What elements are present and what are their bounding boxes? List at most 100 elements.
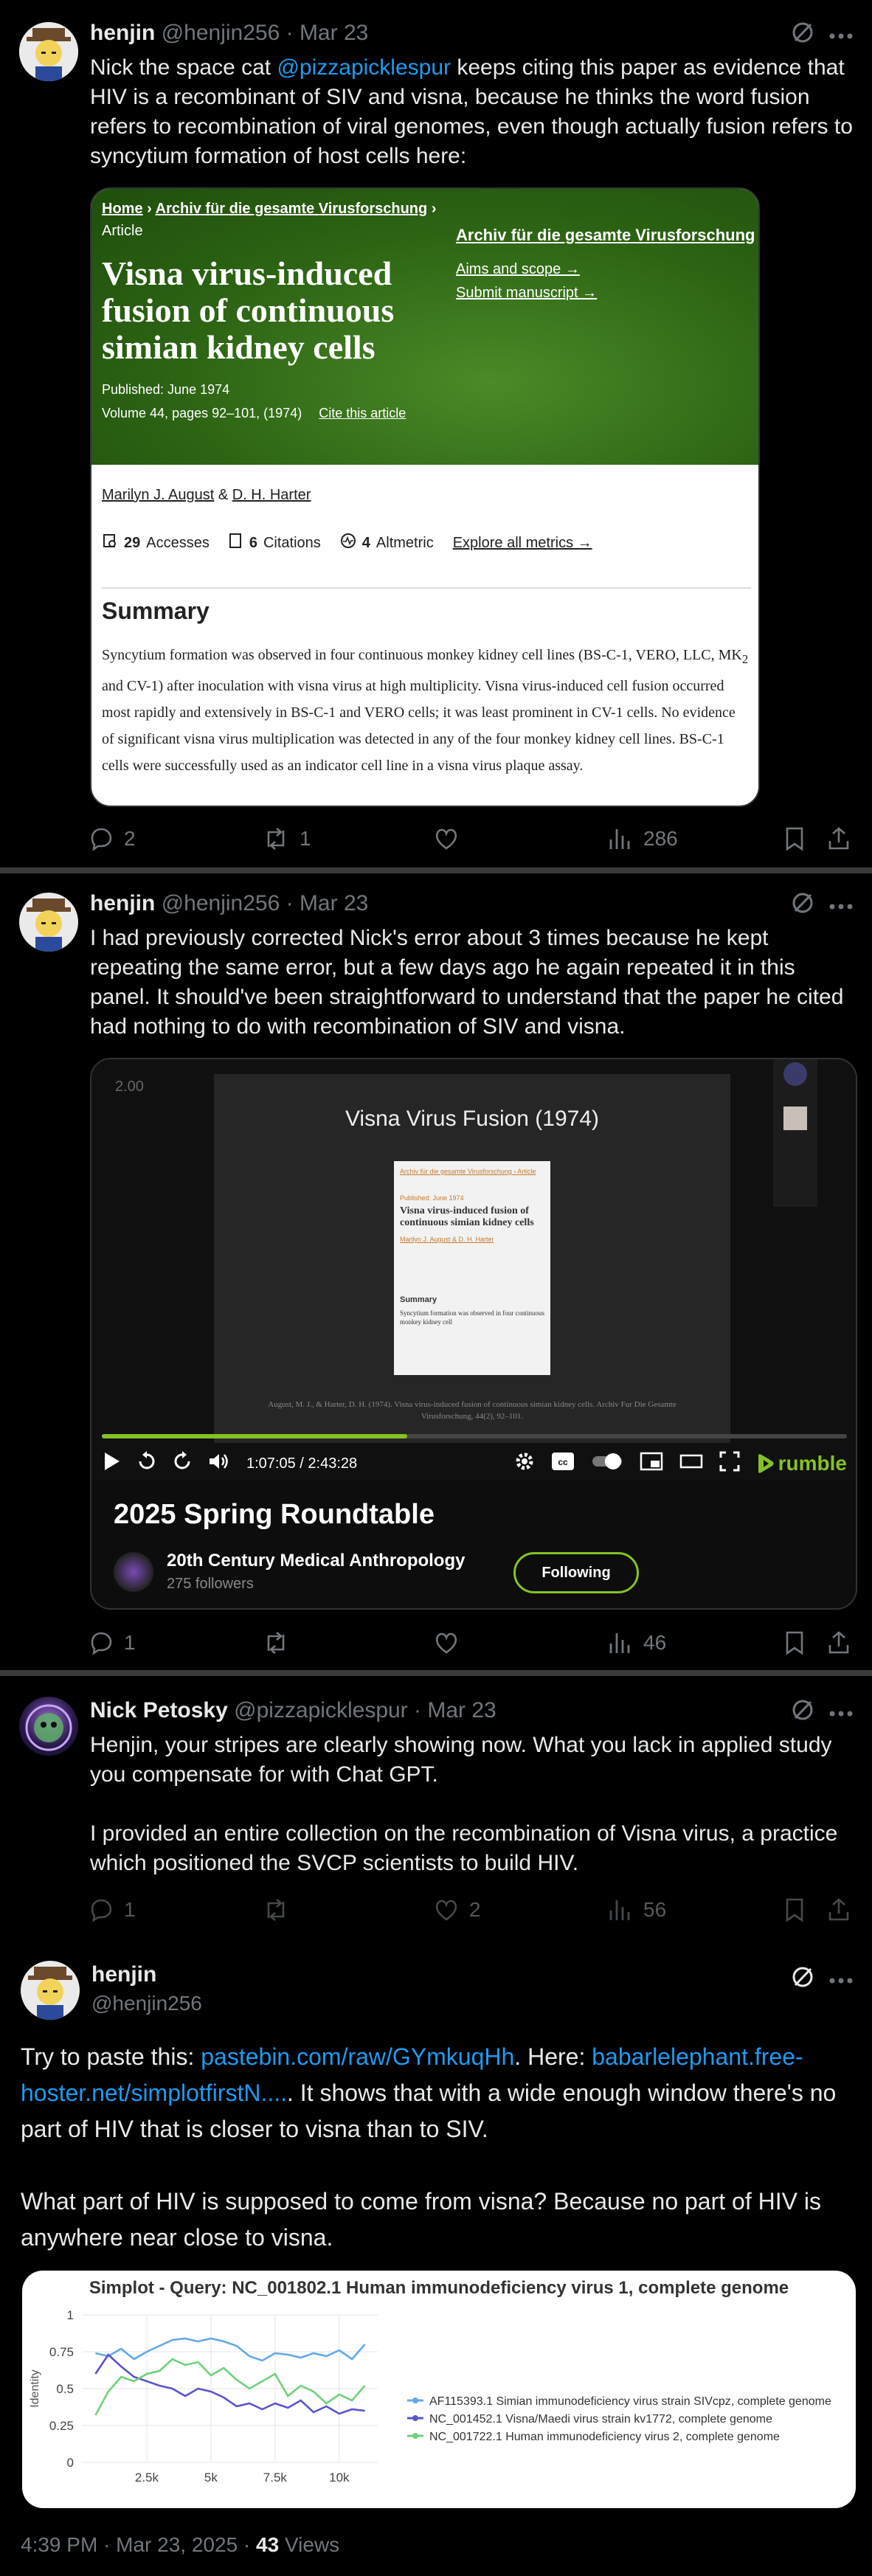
video-frame[interactable]: 2.00 Visna Virus Fusion (1974) Archiv fü… <box>91 1059 856 1480</box>
avatar-image <box>19 893 78 952</box>
share-button[interactable] <box>826 1897 851 1922</box>
tweet-3[interactable]: Nick Petosky @pizzapicklespur · Mar 23 H… <box>0 1676 872 1942</box>
article-card[interactable]: Home › Archiv für die gesamte Virusforsc… <box>90 187 760 807</box>
reply-count: 1 <box>124 1631 136 1654</box>
grok-icon[interactable] <box>791 891 814 918</box>
slide-title: Visna Virus Fusion (1974) <box>345 1107 600 1131</box>
bookmark-button[interactable] <box>783 826 806 851</box>
avatar[interactable] <box>19 893 78 952</box>
author-name[interactable]: henjin <box>90 891 155 915</box>
tweet-2[interactable]: henjin @henjin256 · Mar 23 I had previou… <box>0 873 872 1670</box>
author-link[interactable]: D. H. Harter <box>232 487 311 503</box>
tweet-date[interactable]: Mar 23 <box>300 891 368 915</box>
share-button[interactable] <box>826 1630 851 1655</box>
submit-link[interactable]: Submit manuscript → <box>456 285 597 302</box>
like-button[interactable] <box>434 1630 469 1655</box>
more-icon[interactable] <box>829 30 853 43</box>
author-name[interactable]: Nick Petosky <box>90 1698 228 1722</box>
explore-metrics-link[interactable]: Explore all metrics → <box>453 535 592 552</box>
views-button[interactable]: 286 <box>608 826 678 851</box>
repost-icon <box>267 1632 285 1654</box>
altmetric-label: Altmetric <box>376 534 434 551</box>
repost-button[interactable] <box>263 1897 300 1922</box>
breadcrumb-journal[interactable]: Archiv für die gesamte Virusforschung <box>156 201 428 217</box>
grok-icon[interactable] <box>791 21 814 48</box>
avatar[interactable] <box>19 22 78 81</box>
reply-button[interactable]: 1 <box>89 1897 136 1922</box>
bookmark-button[interactable] <box>783 1630 806 1655</box>
settings-icon[interactable] <box>514 1451 535 1476</box>
breadcrumb-home[interactable]: Home <box>102 201 143 217</box>
repost-button[interactable] <box>263 1630 300 1655</box>
mention-link[interactable]: @pizzapicklespur <box>277 55 451 80</box>
tweet-date[interactable]: Mar 23 <box>427 1698 496 1722</box>
pip-icon[interactable] <box>640 1452 663 1475</box>
share-button[interactable] <box>826 826 851 851</box>
repost-button[interactable]: 1 <box>263 826 311 851</box>
reply-icon <box>91 1632 112 1655</box>
bookmark-button[interactable] <box>783 1897 806 1922</box>
journal-link[interactable]: Archiv für die gesamte Virusforschung <box>456 226 755 245</box>
rumble-logo[interactable]: rumble <box>756 1452 847 1475</box>
chevron-right-icon: › <box>147 201 156 217</box>
slide: Visna Virus Fusion (1974) Archiv für die… <box>214 1074 730 1443</box>
rewind-icon[interactable] <box>137 1451 156 1476</box>
avatar[interactable] <box>19 1697 78 1756</box>
tweet-text: I provided an entire collection on the r… <box>90 1821 838 1875</box>
tweet-text: Try to paste this: pastebin.com/raw/GYmk… <box>21 2039 854 2147</box>
reply-icon <box>91 1899 112 1922</box>
tweet-timestamp[interactable]: 4:39 PM · Mar 23, 2025 · <box>21 2533 256 2556</box>
video-embed[interactable]: 2.00 Visna Virus Fusion (1974) Archiv fü… <box>90 1058 857 1610</box>
video-title[interactable]: 2025 Spring Roundtable <box>114 1499 435 1531</box>
chart-plot: 0 0.25 0.5 0.75 1 2.5k 5k 7.5k 10k Identity AF1153… <box>29 2308 831 2485</box>
autoplay-toggle[interactable] <box>591 1452 623 1475</box>
view-count: 46 <box>643 1631 667 1654</box>
bookmark-icon <box>786 827 803 851</box>
author-handle[interactable]: @pizzapicklespur <box>234 1698 408 1722</box>
author-handle[interactable]: @henjin256 <box>91 1992 202 2015</box>
grok-icon[interactable] <box>791 1698 814 1725</box>
x-tick-label: 2.5k <box>135 2471 159 2485</box>
views-button[interactable]: 56 <box>608 1897 666 1922</box>
volume-info: Volume 44, pages 92–101, (1974) <box>102 406 302 420</box>
reply-button[interactable]: 1 <box>89 1630 136 1655</box>
pastebin-link[interactable]: pastebin.com/raw/GYmkuqHh <box>201 2043 514 2070</box>
grok-icon[interactable] <box>791 1965 814 1992</box>
simplot-chart-image[interactable]: Simplot - Query: NC_001802.1 Human immun… <box>22 2271 856 2508</box>
more-icon[interactable] <box>829 1707 853 1720</box>
more-icon[interactable] <box>829 1974 853 1987</box>
repost-icon <box>267 828 285 850</box>
author-handle[interactable]: @henjin256 <box>162 891 280 915</box>
fullscreen-icon[interactable] <box>719 1451 740 1476</box>
play-icon[interactable] <box>102 1451 121 1476</box>
citations-icon <box>229 533 243 553</box>
volume-icon[interactable] <box>208 1451 230 1476</box>
captions-icon[interactable]: cc <box>551 1452 575 1475</box>
channel-avatar[interactable] <box>114 1552 153 1592</box>
channel-name[interactable]: 20th Century Medical Anthropology <box>167 1551 465 1571</box>
more-icon[interactable] <box>829 900 853 913</box>
like-button[interactable]: 2 <box>434 1897 481 1922</box>
author-name[interactable]: henjin <box>90 21 155 45</box>
following-button[interactable]: Following <box>513 1552 639 1593</box>
like-button[interactable] <box>434 826 469 851</box>
theater-icon[interactable] <box>679 1452 703 1475</box>
reply-count: 1 <box>124 1898 136 1921</box>
citations-count: 6 <box>249 534 257 551</box>
reply-button[interactable]: 2 <box>89 826 136 851</box>
avatar[interactable] <box>21 1961 80 2020</box>
author-link[interactable]: Marilyn J. August <box>102 487 214 503</box>
aims-link[interactable]: Aims and scope → <box>456 261 580 278</box>
article-title: Visna virus-induced fusion of continuous… <box>102 255 395 366</box>
y-tick-label: 0 <box>67 2456 74 2470</box>
author-name[interactable]: henjin <box>91 1962 156 1987</box>
views-button[interactable]: 46 <box>608 1630 666 1655</box>
citations-label: Citations <box>263 534 321 551</box>
cite-link[interactable]: Cite this article <box>319 406 406 420</box>
tweet-date[interactable]: Mar 23 <box>300 21 368 45</box>
forward-icon[interactable] <box>173 1451 192 1476</box>
tweet-1[interactable]: henjin @henjin256 · Mar 23 Nick the spac… <box>0 0 872 868</box>
author-handle[interactable]: @henjin256 <box>162 21 280 45</box>
progress-track[interactable] <box>102 1434 847 1438</box>
views-icon <box>609 1900 630 1920</box>
